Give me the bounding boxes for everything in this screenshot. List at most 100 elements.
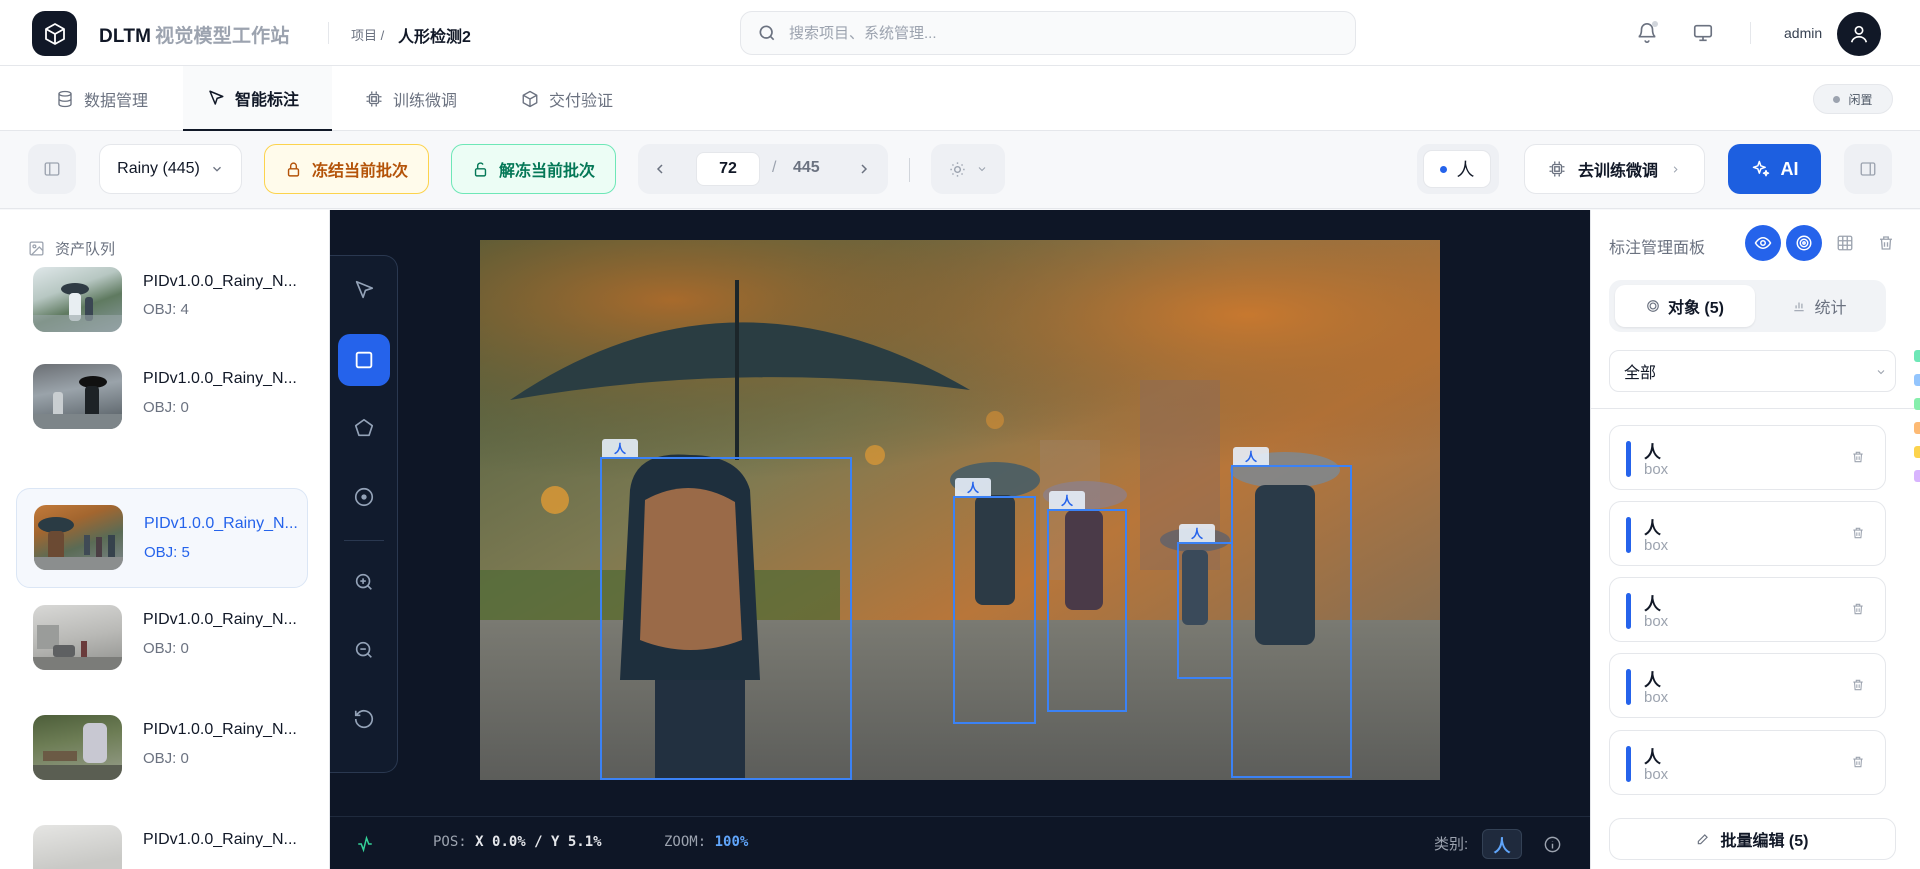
trash-icon[interactable] xyxy=(1851,755,1865,769)
search-bar[interactable] xyxy=(740,11,1356,55)
asset-thumbnail xyxy=(33,605,122,670)
asset-queue-title: 资产队列 xyxy=(28,238,115,259)
monitor-button[interactable] xyxy=(1689,19,1717,47)
asset-name: PIDv1.0.0_Rainy_N... xyxy=(143,721,297,738)
class-filter-select[interactable]: 全部 xyxy=(1609,350,1896,392)
bounding-box[interactable]: 人 xyxy=(600,439,852,780)
freeze-label: 冻结当前批次 xyxy=(311,163,408,180)
asset-item[interactable]: PIDv1.0.0_Rainy_N... OBJ: 0 xyxy=(16,588,308,688)
ai-button[interactable]: AI xyxy=(1728,144,1821,194)
asset-item[interactable]: PIDv1.0.0_Rainy_N... OBJ: 0 xyxy=(16,347,308,447)
trash-icon[interactable] xyxy=(1851,678,1865,692)
bounding-box[interactable]: 人 xyxy=(1231,447,1352,778)
polygon-tool[interactable] xyxy=(338,402,390,454)
brightness-select[interactable] xyxy=(931,144,1005,194)
asset-item[interactable]: PIDv1.0.0_Rainy_N... OBJ: 0 xyxy=(16,698,308,798)
asset-thumbnail xyxy=(33,267,122,332)
tab-objects[interactable]: 对象 (5) xyxy=(1615,285,1755,327)
tab-smart-annotation[interactable]: 智能标注 xyxy=(183,66,332,131)
reset-view-tool[interactable] xyxy=(338,693,390,745)
tab-stats-label: 统计 xyxy=(1814,300,1847,317)
page-input[interactable]: 72 xyxy=(696,152,760,186)
asset-thumbnail xyxy=(33,825,122,869)
object-color-bar xyxy=(1626,593,1631,629)
notification-button[interactable] xyxy=(1633,19,1661,47)
zoom-in-icon xyxy=(355,573,372,590)
visibility-toggle[interactable] xyxy=(1745,225,1781,261)
tab-data-management[interactable]: 数据管理 xyxy=(32,66,172,131)
app-subtitle: 视觉模型工作站 xyxy=(155,26,290,47)
top-header: DLTM视觉模型工作站 项目 / 人形检测2 admin xyxy=(0,0,1920,66)
header-divider xyxy=(328,22,329,44)
header-divider-right xyxy=(1750,22,1751,44)
panel-divider xyxy=(1591,408,1920,409)
pos-value: X 0.0% / Y 5.1% xyxy=(475,834,602,850)
point-tool[interactable] xyxy=(338,471,390,523)
asset-item[interactable]: PIDv1.0.0_Rainy_N... xyxy=(16,808,308,869)
search-input[interactable] xyxy=(789,24,1329,42)
username[interactable]: admin xyxy=(1784,25,1822,41)
asset-item-selected[interactable]: PIDv1.0.0_Rainy_N... OBJ: 5 xyxy=(16,488,308,588)
freeze-batch-button[interactable]: 冻结当前批次 xyxy=(264,144,429,194)
asset-name: PIDv1.0.0_Rainy_N... xyxy=(143,611,297,628)
dataset-select[interactable]: Rainy (445) xyxy=(99,144,242,194)
zoom-in-tool[interactable] xyxy=(338,556,390,608)
object-card[interactable]: 人 box xyxy=(1609,577,1886,642)
color-swatch xyxy=(1914,374,1920,386)
annotation-canvas[interactable]: 人 人 人 人 人 POS: X 0.0% / Y 5.1% ZOOM: 100… xyxy=(330,210,1590,869)
sparkles-icon xyxy=(1752,160,1769,177)
grid-toggle[interactable] xyxy=(1827,225,1863,261)
color-swatch xyxy=(1914,446,1920,458)
tab-delivery[interactable]: 交付验证 xyxy=(497,66,637,131)
breadcrumb-project[interactable]: 人形检测2 xyxy=(398,23,471,47)
object-card[interactable]: 人 box xyxy=(1609,501,1886,566)
toggle-right-panel-button[interactable] xyxy=(1844,144,1892,194)
tab-stats[interactable]: 统计 xyxy=(1759,285,1880,327)
asset-name: PIDv1.0.0_Rainy_N... xyxy=(143,831,297,848)
bounding-box[interactable]: 人 xyxy=(953,478,1036,724)
bbox-label: 人 xyxy=(602,439,639,457)
object-card[interactable]: 人 box xyxy=(1609,730,1886,795)
class-chip[interactable]: 人 xyxy=(1423,150,1491,188)
chevron-left-icon[interactable] xyxy=(652,161,668,177)
bbox-label: 人 xyxy=(1179,524,1216,542)
zoom-out-tool[interactable] xyxy=(338,624,390,676)
database-icon xyxy=(58,90,72,107)
chevron-right-icon[interactable] xyxy=(856,161,872,177)
unfreeze-batch-button[interactable]: 解冻当前批次 xyxy=(451,144,616,194)
trash-icon[interactable] xyxy=(1851,602,1865,616)
category-chip[interactable]: 人 xyxy=(1482,829,1522,859)
toggle-left-panel-button[interactable] xyxy=(28,144,76,194)
bbox-label: 人 xyxy=(955,478,992,496)
batch-edit-button[interactable]: 批量编辑 (5) xyxy=(1609,818,1896,860)
object-name: 人 xyxy=(1644,671,1661,690)
object-card[interactable]: 人 box xyxy=(1609,653,1886,718)
tab-training[interactable]: 训练微调 xyxy=(341,66,481,131)
asset-obj-count: OBJ: 0 xyxy=(143,399,189,416)
clear-all-button[interactable] xyxy=(1868,225,1904,261)
class-color-strip xyxy=(1904,330,1920,560)
rectangle-tool[interactable] xyxy=(338,334,390,386)
batch-edit-label: 批量编辑 (5) xyxy=(1720,833,1809,850)
color-swatch xyxy=(1914,350,1920,362)
avatar[interactable] xyxy=(1837,12,1881,56)
class-selector: 人 xyxy=(1417,144,1499,194)
trash-icon[interactable] xyxy=(1851,526,1865,540)
canvas-statusbar: POS: X 0.0% / Y 5.1% ZOOM: 100% 类别: 人 xyxy=(330,816,1590,869)
toolbar-divider xyxy=(909,158,910,182)
app-logo[interactable] xyxy=(32,11,77,56)
trash-icon[interactable] xyxy=(1851,450,1865,464)
object-card[interactable]: 人 box xyxy=(1609,425,1886,490)
object-name: 人 xyxy=(1644,519,1661,538)
select-tool[interactable] xyxy=(338,264,390,316)
app-name-text: DLTM xyxy=(99,26,152,47)
go-train-button[interactable]: 去训练微调 xyxy=(1524,144,1705,194)
object-name: 人 xyxy=(1644,443,1661,462)
bounding-box[interactable]: 人 xyxy=(1177,524,1233,679)
tool-rail xyxy=(330,255,398,773)
focus-toggle[interactable] xyxy=(1786,225,1822,261)
tab-label: 智能标注 xyxy=(235,91,300,109)
info-icon[interactable] xyxy=(1543,835,1562,854)
annotation-image[interactable]: 人 人 人 人 人 xyxy=(480,240,1440,780)
bounding-box[interactable]: 人 xyxy=(1047,491,1127,712)
